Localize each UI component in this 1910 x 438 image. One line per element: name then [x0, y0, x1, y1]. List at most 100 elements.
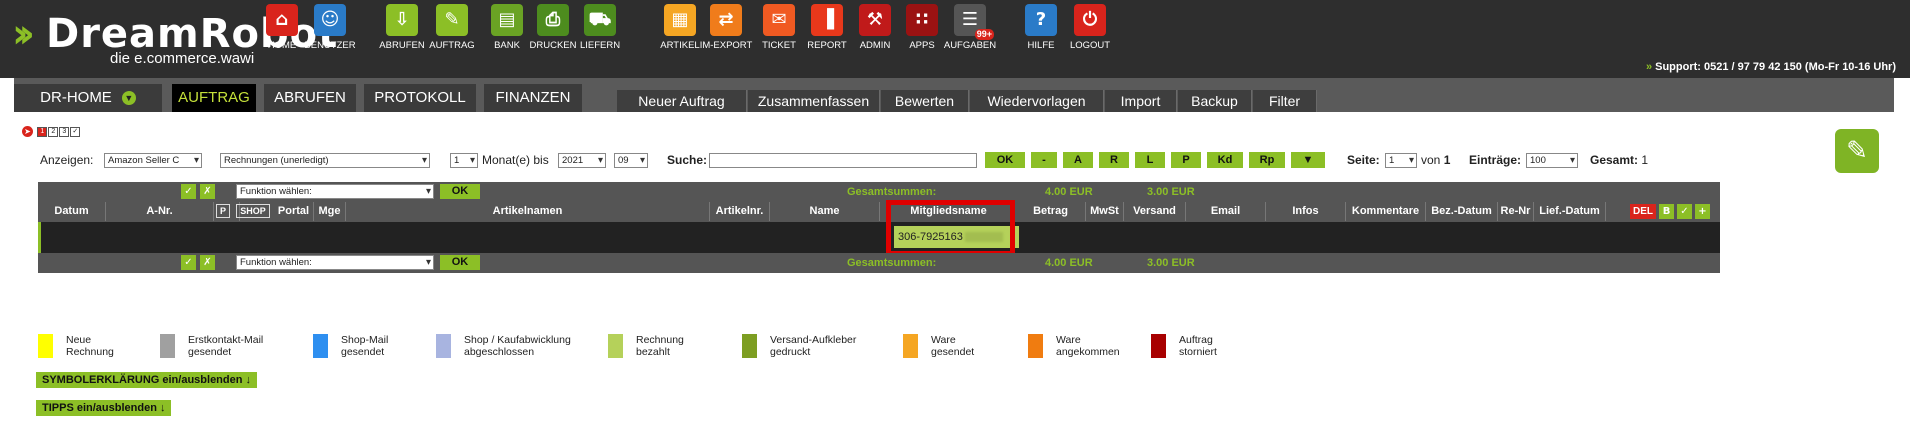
step-1[interactable]: 1	[37, 126, 48, 137]
filter-a-button[interactable]: A	[1063, 152, 1093, 168]
search-input[interactable]	[709, 153, 977, 168]
entries-select[interactable]: 100	[1526, 153, 1578, 168]
col-mwst[interactable]: MwSt	[1086, 202, 1124, 221]
subtab-neuer-auftrag[interactable]: Neuer Auftrag	[617, 90, 747, 112]
col-versand[interactable]: Versand	[1124, 202, 1186, 221]
edit-note-icon: ✎	[1846, 136, 1868, 166]
highlight-box	[886, 200, 1015, 256]
nav-label: ABRUFEN	[379, 40, 425, 51]
table-row[interactable]: 306-7925163	[38, 222, 1720, 253]
nav-aufgaben[interactable]: ☰ 99+ AUFGABEN	[942, 4, 998, 54]
step-indicator: ➤ 1 2 3 ✓	[22, 124, 81, 138]
tab-protokoll[interactable]: PROTOKOLL	[364, 84, 476, 112]
legend-swatch	[742, 334, 757, 358]
subtab-zusammenfassen[interactable]: Zusammenfassen	[748, 90, 880, 112]
function-ok-bottom-button[interactable]: OK	[440, 255, 480, 270]
subtab-backup[interactable]: Backup	[1178, 90, 1252, 112]
months-select[interactable]: 1	[450, 153, 478, 168]
function-select-top[interactable]: Funktion wählen:	[236, 184, 434, 199]
sum-label-top: Gesamtsummen:	[847, 186, 937, 198]
nav-label: LIEFERN	[579, 40, 621, 51]
subtab-filter[interactable]: Filter	[1253, 90, 1317, 112]
filter-minus-button[interactable]: -	[1031, 152, 1057, 168]
tab-dr-home[interactable]: DR-HOME ▼	[14, 84, 162, 112]
step-2[interactable]: 2	[48, 126, 59, 137]
col-artikelnamen[interactable]: Artikelnamen	[346, 202, 710, 221]
legend-swatch	[1028, 334, 1043, 358]
subtab-import[interactable]: Import	[1105, 90, 1177, 112]
table-bottom-action-row: ✓ ✗ Funktion wählen: OK Gesamtsummen: 4.…	[38, 253, 1720, 273]
col-a-nr[interactable]: A-Nr.	[106, 202, 214, 221]
boxes-icon: ▦	[664, 4, 696, 36]
page-select[interactable]: 1	[1385, 153, 1417, 168]
year-select[interactable]: 2021	[558, 153, 606, 168]
check-all-bottom-icon[interactable]: ✓	[181, 255, 196, 270]
col-shop[interactable]: SHOP	[236, 204, 270, 218]
status-select[interactable]: Rechnungen (unerledigt)	[220, 153, 430, 168]
filter-kd-button[interactable]: Kd	[1207, 152, 1243, 168]
tab-finanzen[interactable]: FINANZEN	[484, 84, 582, 112]
arrow-right-icon[interactable]: ➤	[22, 126, 33, 138]
download-icon: ⇩	[386, 4, 418, 36]
total-count: Gesamt: 1	[1590, 153, 1649, 167]
plus-icon[interactable]: +	[1695, 204, 1710, 219]
filter-r-button[interactable]: R	[1099, 152, 1129, 168]
col-artikelnr[interactable]: Artikelnr.	[710, 202, 770, 221]
col-portal[interactable]: Portal	[274, 202, 314, 221]
dreamrobot-logo[interactable]: ›› DreamRobot die e.commerce.wawi	[12, 12, 337, 68]
table-header: Datum A-Nr. P SHOP Portal Mge Artikelnam…	[38, 202, 1720, 222]
subtab-bewerten[interactable]: Bewerten	[881, 90, 969, 112]
nav-benutzer[interactable]: ☺ BENUTZER	[302, 4, 358, 54]
page-label: Seite:	[1347, 153, 1380, 167]
step-3[interactable]: 3	[59, 126, 70, 137]
function-ok-top-button[interactable]: OK	[440, 184, 480, 199]
filter-l-button[interactable]: L	[1135, 152, 1165, 168]
legend-label: Shop / Kaufabwicklung abgeschlossen	[464, 334, 571, 358]
col-datum[interactable]: Datum	[38, 202, 106, 221]
tips-toggle-button[interactable]: TIPPS ein/ausblenden ↓	[36, 400, 172, 416]
filter-rp-button[interactable]: Rp	[1249, 152, 1285, 168]
col-email[interactable]: Email	[1186, 202, 1266, 221]
col-p[interactable]: P	[216, 204, 230, 218]
b-button[interactable]: B	[1659, 204, 1674, 219]
edit-note-button[interactable]: ✎	[1835, 129, 1879, 173]
tab-auftrag[interactable]: AUFTRAG	[172, 84, 256, 112]
step-done[interactable]: ✓	[70, 126, 81, 137]
tasks-icon: ☰ 99+	[954, 4, 994, 40]
channel-select[interactable]: Amazon Seller C	[104, 153, 202, 168]
check-all-icon[interactable]: ✓	[181, 184, 196, 199]
nav-hilfe[interactable]: ? HILFE	[1013, 4, 1069, 54]
col-kommentare[interactable]: Kommentare	[1346, 202, 1426, 221]
nav-im-export[interactable]: ⇄ IM-EXPORT	[698, 4, 754, 54]
funnel-button[interactable]: ▼	[1291, 152, 1325, 168]
uncheck-all-icon[interactable]: ✗	[200, 184, 215, 199]
symbol-legend-toggle-button[interactable]: SYMBOLERKLÄRUNG ein/ausblenden ↓	[36, 372, 258, 388]
chart-icon: ▐	[811, 4, 843, 36]
col-lief-datum[interactable]: Lief.-Datum	[1534, 202, 1606, 221]
filter-p-button[interactable]: P	[1171, 152, 1201, 168]
col-bez-datum[interactable]: Bez.-Datum	[1426, 202, 1498, 221]
col-name[interactable]: Name	[770, 202, 880, 221]
nav-auftrag[interactable]: ✎ AUFTRAG	[424, 4, 480, 54]
function-select-bottom[interactable]: Funktion wählen:	[236, 255, 434, 270]
col-betrag[interactable]: Betrag	[1016, 202, 1086, 221]
nav-abrufen[interactable]: ⇩ ABRUFEN	[374, 4, 430, 54]
legend-swatch	[903, 334, 918, 358]
col-infos[interactable]: Infos	[1266, 202, 1346, 221]
nav-liefern[interactable]: ⛟ LIEFERN	[572, 4, 628, 54]
month-select[interactable]: 09	[614, 153, 648, 168]
col-mge[interactable]: Mge	[314, 202, 346, 221]
check-icon[interactable]: ✓	[1677, 204, 1692, 219]
uncheck-all-bottom-icon[interactable]: ✗	[200, 255, 215, 270]
chevron-down-icon[interactable]: ▼	[121, 91, 136, 106]
nav-logout[interactable]: ⏻ LOGOUT	[1062, 4, 1118, 54]
delete-button[interactable]: DEL	[1630, 204, 1656, 219]
top-bar: ›› DreamRobot die e.commerce.wawi ⌂HOME☺…	[0, 0, 1910, 78]
filter-ok-button[interactable]: OK	[985, 152, 1025, 168]
table-top-action-row: ✓ ✗ Funktion wählen: OK Gesamtsummen: 4.…	[38, 182, 1720, 202]
col-re-nr[interactable]: Re-Nr	[1498, 202, 1534, 221]
home-icon: ⌂	[266, 4, 298, 36]
tab-abrufen[interactable]: ABRUFEN	[264, 84, 356, 112]
legend-swatch	[313, 334, 328, 358]
subtab-wiedervorlagen[interactable]: Wiedervorlagen	[970, 90, 1104, 112]
